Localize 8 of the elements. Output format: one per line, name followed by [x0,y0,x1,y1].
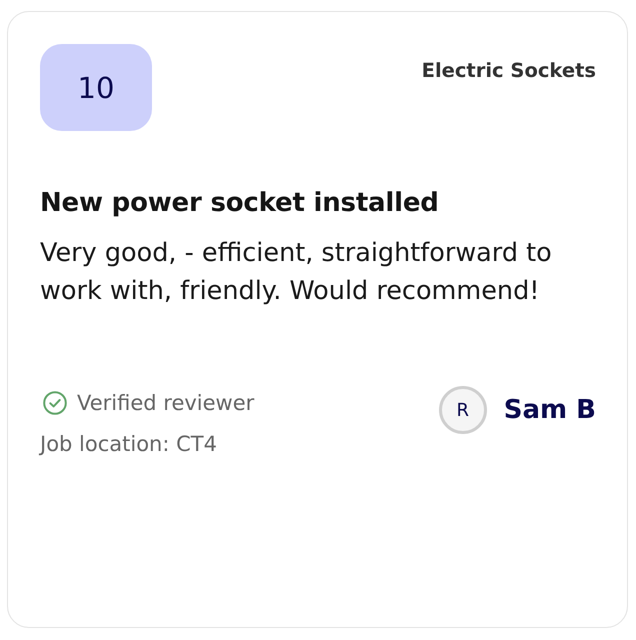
reviewer-name: Sam B [504,394,596,427]
job-location: Job location: CT4 [40,431,218,458]
category-label: Electric Sockets [422,59,596,83]
avatar-icon: R [438,386,487,434]
review-text: Very good, - efficient, straightforward to work with, friendly. Would recommend! [40,237,553,308]
verified-label: Verified reviewer [77,390,254,417]
review-title: New power socket installed [40,187,440,220]
score-badge: 10 [40,44,152,131]
